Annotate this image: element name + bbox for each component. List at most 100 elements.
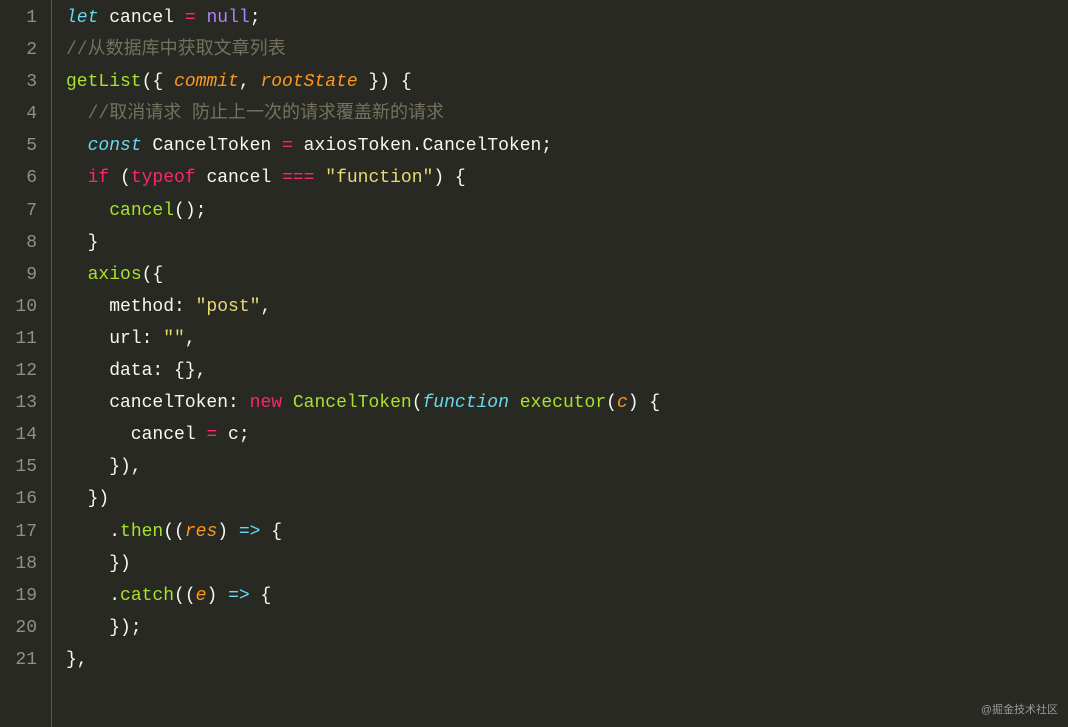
token-id: ) {	[628, 393, 660, 413]
token-id: })	[66, 489, 109, 509]
token-id	[196, 8, 207, 28]
code-line: method: "post",	[66, 291, 660, 323]
token-op: =	[206, 425, 217, 445]
line-number: 5	[0, 130, 37, 162]
code-line: }	[66, 227, 660, 259]
token-cm: //从数据库中获取文章列表	[66, 40, 286, 60]
line-number: 17	[0, 516, 37, 548]
token-id: ) {	[433, 168, 465, 188]
token-id: ,	[260, 297, 271, 317]
token-id: {	[250, 586, 272, 606]
code-line: const CancelToken = axiosToken.CancelTok…	[66, 130, 660, 162]
token-fn: cancel	[109, 201, 174, 221]
token-op: =	[185, 8, 196, 28]
token-id: ();	[174, 201, 206, 221]
token-id: ((	[163, 522, 185, 542]
line-number: 11	[0, 323, 37, 355]
token-op: =	[282, 136, 293, 156]
token-id: .	[66, 586, 120, 606]
token-id	[282, 393, 293, 413]
line-number-gutter: 123456789101112131415161718192021	[0, 0, 52, 727]
line-number: 1	[0, 2, 37, 34]
token-id: cancel	[196, 168, 282, 188]
code-line: //取消请求 防止上一次的请求覆盖新的请求	[66, 98, 660, 130]
token-id: data: {},	[66, 361, 206, 381]
code-line: })	[66, 483, 660, 515]
token-id	[509, 393, 520, 413]
token-pm: rootState	[260, 72, 357, 92]
line-number: 7	[0, 195, 37, 227]
watermark: @掘金技术社区	[981, 701, 1058, 721]
code-line: cancelToken: new CancelToken(function ex…	[66, 387, 660, 419]
code-line: getList({ commit, rootState }) {	[66, 66, 660, 98]
token-num: null	[206, 8, 249, 28]
token-kw2: typeof	[131, 168, 196, 188]
code-area: let cancel = null;//从数据库中获取文章列表getList({…	[52, 0, 660, 727]
token-str: "function"	[325, 168, 433, 188]
token-fn: then	[120, 522, 163, 542]
code-line: let cancel = null;	[66, 2, 660, 34]
token-id: }),	[66, 457, 142, 477]
token-id: })	[66, 554, 131, 574]
code-line: }),	[66, 451, 660, 483]
token-str: "post"	[196, 297, 261, 317]
line-number: 16	[0, 483, 37, 515]
token-pm: c	[617, 393, 628, 413]
line-number: 19	[0, 580, 37, 612]
token-fn: CancelToken	[293, 393, 412, 413]
token-id: cancel	[109, 8, 185, 28]
token-kw: let	[66, 8, 109, 28]
line-number: 18	[0, 548, 37, 580]
token-id: .	[66, 522, 120, 542]
token-id: }	[66, 233, 98, 253]
code-line: })	[66, 548, 660, 580]
token-id: method:	[66, 297, 196, 317]
line-number: 21	[0, 644, 37, 676]
token-id: ({	[142, 265, 164, 285]
line-number: 10	[0, 291, 37, 323]
code-editor: 123456789101112131415161718192021 let ca…	[0, 0, 1068, 727]
token-cm: //取消请求 防止上一次的请求覆盖新的请求	[88, 104, 444, 124]
token-id	[66, 168, 88, 188]
code-line: cancel = c;	[66, 419, 660, 451]
token-fn: axios	[88, 265, 142, 285]
token-kw2: if	[88, 168, 110, 188]
token-id: axiosToken.CancelToken;	[293, 136, 552, 156]
line-number: 14	[0, 419, 37, 451]
line-number: 8	[0, 227, 37, 259]
code-line: },	[66, 644, 660, 676]
token-pm: e	[196, 586, 207, 606]
token-pun: ,	[239, 72, 261, 92]
token-fn: getList	[66, 72, 142, 92]
token-id: (	[606, 393, 617, 413]
token-str: ""	[163, 329, 185, 349]
token-id: });	[66, 618, 142, 638]
line-number: 3	[0, 66, 37, 98]
token-id: cancel	[66, 425, 206, 445]
token-id: CancelToken	[152, 136, 282, 156]
line-number: 6	[0, 162, 37, 194]
code-line: .catch((e) => {	[66, 580, 660, 612]
token-kw: =>	[239, 522, 261, 542]
code-line: url: "",	[66, 323, 660, 355]
token-id: ,	[185, 329, 196, 349]
token-id	[66, 104, 88, 124]
token-id: },	[66, 650, 88, 670]
token-id	[66, 201, 109, 221]
token-fn: catch	[120, 586, 174, 606]
token-id: )	[217, 522, 239, 542]
token-id: c;	[217, 425, 249, 445]
line-number: 4	[0, 98, 37, 130]
line-number: 9	[0, 259, 37, 291]
token-id: cancelToken:	[66, 393, 250, 413]
token-id: url:	[66, 329, 163, 349]
token-id: )	[206, 586, 228, 606]
token-kw: const	[88, 136, 153, 156]
code-line: //从数据库中获取文章列表	[66, 34, 660, 66]
token-pm: res	[185, 522, 217, 542]
token-op: ===	[282, 168, 314, 188]
line-number: 15	[0, 451, 37, 483]
code-line: .then((res) => {	[66, 516, 660, 548]
token-id	[314, 168, 325, 188]
code-line: cancel();	[66, 195, 660, 227]
